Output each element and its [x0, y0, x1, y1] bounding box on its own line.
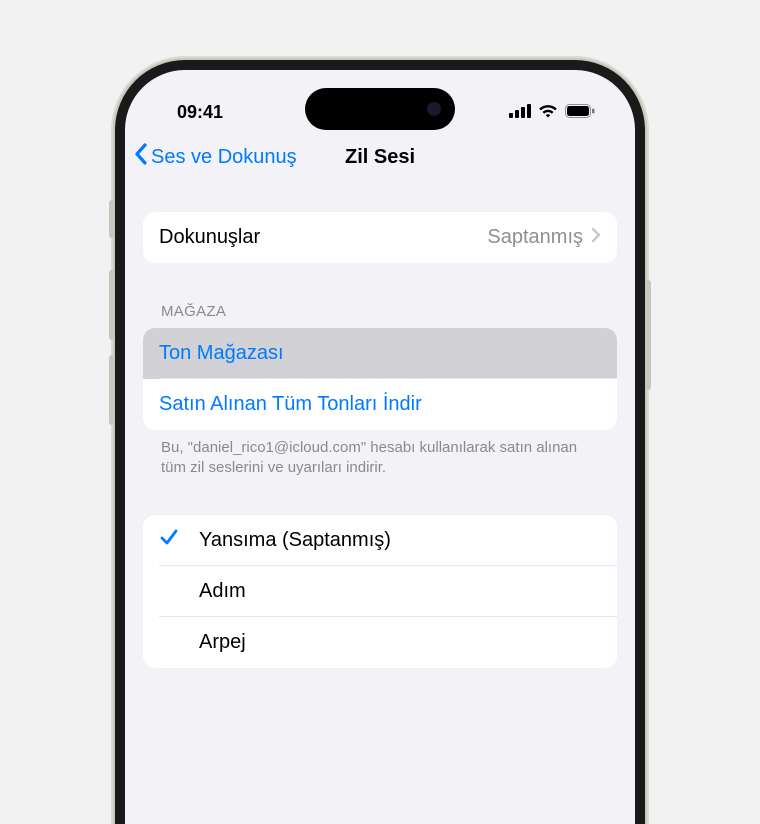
store-group: Ton Mağazası Satın Alınan Tüm Tonları İn…	[143, 328, 617, 430]
nav-bar: Ses ve Dokunuş Zil Sesi	[125, 132, 635, 184]
checkmark-icon	[159, 527, 179, 553]
download-all-label: Satın Alınan Tüm Tonları İndir	[159, 393, 422, 416]
side-button-volume-up	[109, 270, 115, 340]
ringtone-label: Arpej	[199, 631, 246, 654]
wifi-icon	[538, 102, 558, 123]
haptics-value: Saptanmış	[487, 226, 583, 249]
phone-frame: 09:41	[115, 60, 645, 824]
ringtone-item[interactable]: Adım	[143, 566, 617, 617]
dynamic-island	[305, 88, 455, 130]
status-right	[509, 102, 595, 123]
ringtone-label: Yansıma (Saptanmış)	[199, 529, 391, 552]
cellular-icon	[509, 102, 531, 123]
battery-icon	[565, 102, 595, 123]
haptics-cell[interactable]: Dokunuşlar Saptanmış	[143, 212, 617, 263]
haptics-label: Dokunuşlar	[159, 226, 260, 249]
chevron-left-icon	[133, 142, 149, 172]
store-section-footer: Bu, "daniel_rico1@icloud.com" hesabı kul…	[143, 430, 617, 479]
back-label: Ses ve Dokunuş	[151, 146, 297, 169]
ringtone-item[interactable]: Yansıma (Saptanmış)	[143, 515, 617, 566]
haptics-group: Dokunuşlar Saptanmış	[143, 212, 617, 263]
tone-store-label: Ton Mağazası	[159, 342, 284, 365]
back-button[interactable]: Ses ve Dokunuş	[133, 142, 297, 172]
ringtone-group: Yansıma (Saptanmış) Adım Arpej	[143, 515, 617, 668]
side-button-volume-down	[109, 355, 115, 425]
ringtone-item[interactable]: Arpej	[143, 617, 617, 668]
haptics-value-wrap: Saptanmış	[487, 226, 601, 249]
tone-store-cell[interactable]: Ton Mağazası	[143, 328, 617, 379]
nav-title: Zil Sesi	[345, 146, 415, 169]
status-time: 09:41	[177, 102, 223, 123]
download-all-cell[interactable]: Satın Alınan Tüm Tonları İndir	[143, 379, 617, 430]
content: Dokunuşlar Saptanmış MAĞAZA Ton Mağazası	[125, 212, 635, 668]
ringtone-label: Adım	[199, 580, 246, 603]
store-section-header: MAĞAZA	[143, 263, 617, 328]
chevron-right-icon	[591, 226, 601, 249]
side-button-mute	[109, 200, 115, 238]
screen: 09:41	[125, 70, 635, 824]
side-button-power	[645, 280, 651, 390]
